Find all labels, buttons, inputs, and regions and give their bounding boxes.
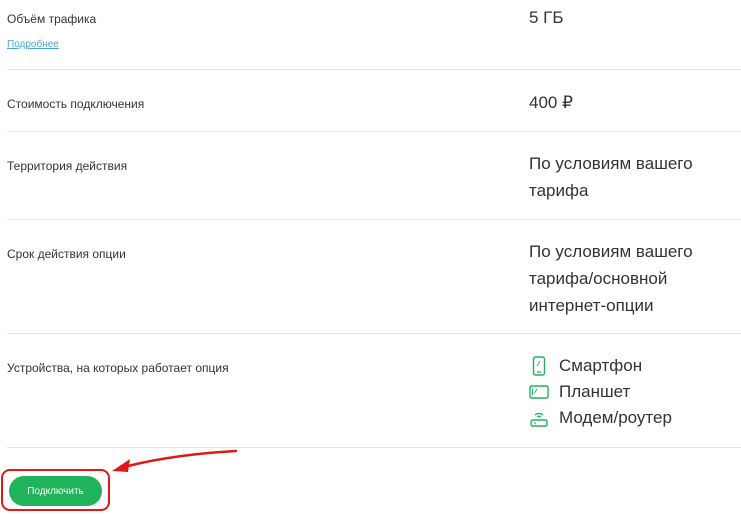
annotation-arrow	[112, 449, 238, 472]
connect-button[interactable]: Подключить	[9, 476, 102, 506]
